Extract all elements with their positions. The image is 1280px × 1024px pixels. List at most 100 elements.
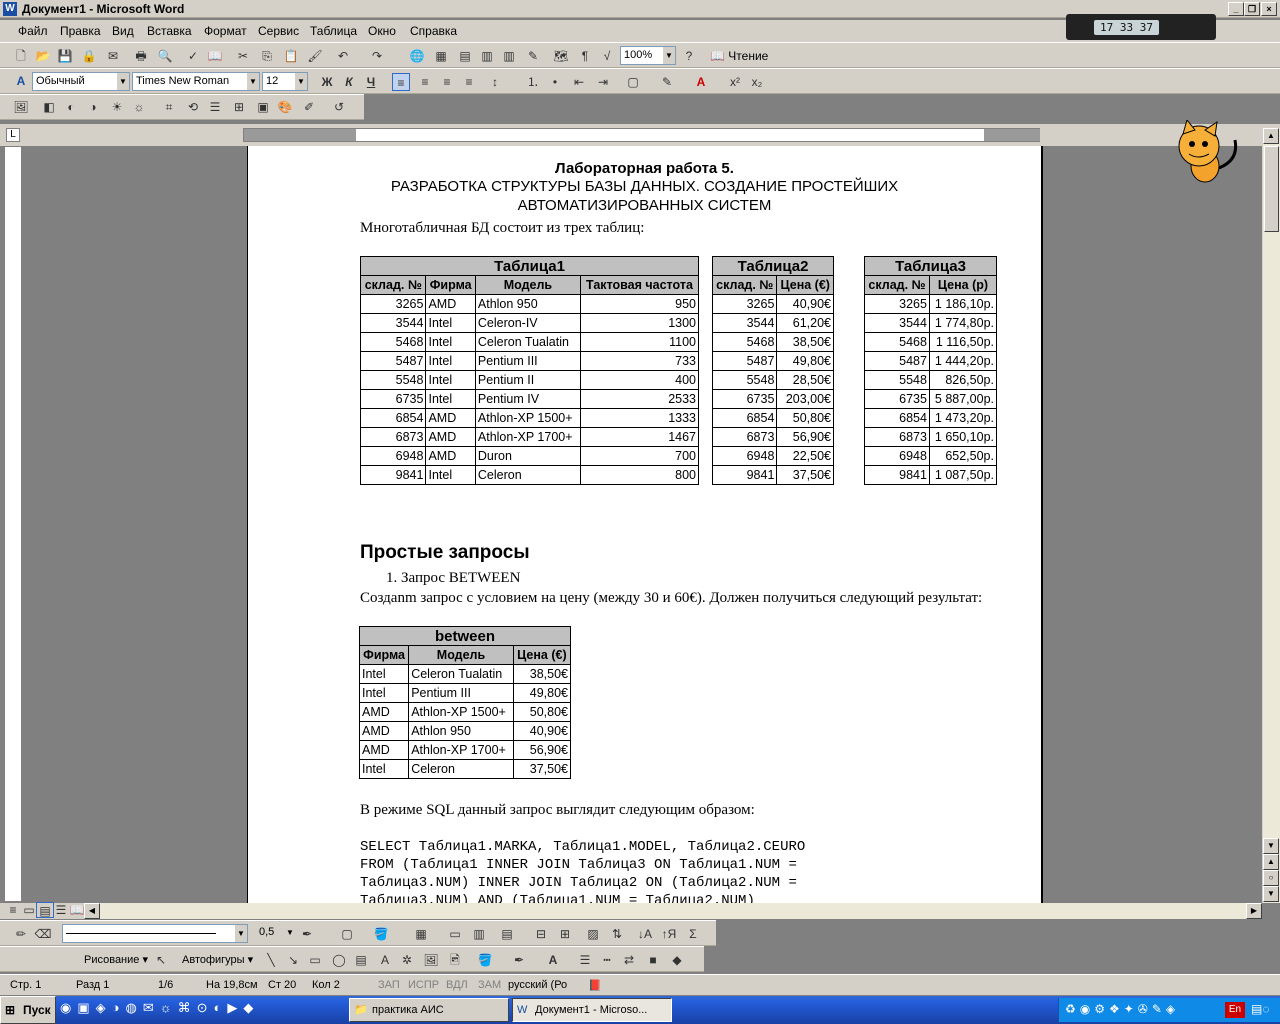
- close-button[interactable]: ×: [1261, 2, 1277, 16]
- print-preview-icon[interactable]: 🔍: [156, 47, 174, 65]
- line-weight-icon[interactable]: ☰: [576, 951, 594, 969]
- status-ovr[interactable]: ЗАМ: [478, 979, 501, 991]
- align-left-icon[interactable]: ≡: [392, 73, 410, 91]
- styles-pane-icon[interactable]: A: [12, 72, 30, 90]
- transparent-icon[interactable]: ✐: [300, 98, 318, 116]
- show-formatting-icon[interactable]: ¶: [576, 47, 594, 65]
- equation-icon[interactable]: √: [598, 47, 616, 65]
- compress-icon[interactable]: ⊞: [230, 98, 248, 116]
- rectangle-icon[interactable]: ▭: [306, 951, 324, 969]
- line-color-icon[interactable]: ✒: [510, 951, 528, 969]
- email-icon[interactable]: ✉: [104, 47, 122, 65]
- insert-picture-icon[interactable]: 🖼: [12, 98, 30, 116]
- undo-icon[interactable]: ↶: [334, 47, 352, 65]
- line-width-select[interactable]: 0,5 ▼: [256, 924, 296, 943]
- fill-color-icon[interactable]: 🪣: [476, 951, 494, 969]
- italic-icon[interactable]: К: [340, 73, 358, 91]
- vertical-scrollbar[interactable]: [1262, 128, 1280, 903]
- text-direction-icon[interactable]: ⇅: [608, 925, 626, 943]
- draw-table-icon[interactable]: ✏: [12, 925, 30, 943]
- menu-edit[interactable]: Правка: [60, 24, 101, 38]
- text-wrap-icon[interactable]: ▣: [254, 98, 272, 116]
- next-page-button[interactable]: ▼: [1263, 886, 1279, 902]
- menu-format[interactable]: Формат: [204, 24, 247, 38]
- document-map-icon[interactable]: 🗺: [552, 47, 570, 65]
- sort-asc-icon[interactable]: ↓A: [636, 925, 654, 943]
- document-page[interactable]: Лабораторная работа 5. РАЗРАБОТКА СТРУКТ…: [247, 146, 1043, 903]
- print-icon[interactable]: 🖶: [132, 47, 150, 65]
- crop-icon[interactable]: ⌗: [160, 98, 178, 116]
- menu-help[interactable]: Справка: [410, 24, 457, 38]
- distribute-cols-icon[interactable]: ⊞: [556, 925, 574, 943]
- text-color-icon[interactable]: A: [544, 951, 562, 969]
- menu-table[interactable]: Таблица: [310, 24, 357, 38]
- horizontal-ruler[interactable]: [243, 128, 1040, 142]
- permission-icon[interactable]: 🔒: [80, 47, 98, 65]
- more-brightness-icon[interactable]: ☀: [108, 98, 126, 116]
- hyperlink-icon[interactable]: 🌐: [408, 47, 426, 65]
- start-button[interactable]: ⊞ Пуск: [0, 996, 56, 1024]
- insert-excel-icon[interactable]: ▥: [478, 47, 496, 65]
- scroll-up-button[interactable]: ▲: [1263, 128, 1279, 144]
- picture-icon[interactable]: 🖻: [446, 951, 464, 969]
- line-style-icon[interactable]: ☰: [206, 98, 224, 116]
- wordart-icon[interactable]: A: [376, 951, 394, 969]
- quick-launch[interactable]: ◉▣◈◑◍✉☼⌘⊙◐▶◆: [60, 1000, 340, 1020]
- merge-cells-icon[interactable]: ▭: [446, 925, 464, 943]
- new-icon[interactable]: 🗋: [12, 47, 30, 65]
- line-style-select[interactable]: ▼: [62, 924, 248, 943]
- format-picture-icon[interactable]: 🎨: [276, 98, 294, 116]
- textbox-icon[interactable]: ▤: [352, 951, 370, 969]
- align-right-icon[interactable]: ≡: [438, 73, 456, 91]
- horizontal-scrollbar[interactable]: [84, 903, 1262, 919]
- sort-desc-icon[interactable]: ↑Я: [660, 925, 678, 943]
- format-painter-icon[interactable]: 🖌: [306, 47, 324, 65]
- research-icon[interactable]: 📖: [206, 47, 224, 65]
- border-color-icon[interactable]: ✒: [298, 925, 316, 943]
- align-center-icon[interactable]: ≡: [416, 73, 434, 91]
- scroll-right-button[interactable]: ▶: [1246, 903, 1262, 919]
- zoom-select[interactable]: 100% ▼: [620, 46, 676, 65]
- status-ext[interactable]: ВДЛ: [446, 979, 468, 991]
- 3d-icon[interactable]: ◆: [668, 951, 686, 969]
- font-select[interactable]: Times New Roman ▼: [132, 72, 260, 91]
- scroll-down-button[interactable]: ▼: [1263, 838, 1279, 854]
- spelling-status-icon[interactable]: 📕: [588, 979, 602, 992]
- select-objects-icon[interactable]: ↖: [152, 951, 170, 969]
- distribute-rows-icon[interactable]: ⊟: [532, 925, 550, 943]
- cut-icon[interactable]: ✂: [234, 47, 252, 65]
- taskbar-word[interactable]: W Документ1 - Microso...: [512, 998, 672, 1022]
- dash-style-icon[interactable]: ┅: [598, 951, 616, 969]
- decrease-indent-icon[interactable]: ⇤: [570, 73, 588, 91]
- office-assistant-cat[interactable]: [1165, 118, 1247, 186]
- less-contrast-icon[interactable]: ◑: [84, 98, 102, 116]
- prev-page-button[interactable]: ▲: [1263, 854, 1279, 870]
- drawing-icon[interactable]: ✎: [524, 47, 542, 65]
- drawing-menu[interactable]: Рисование ▾: [84, 953, 148, 966]
- arrow-style-icon[interactable]: ⇄: [620, 951, 638, 969]
- justify-icon[interactable]: ≡: [460, 73, 478, 91]
- split-cells-icon[interactable]: ▥: [470, 925, 488, 943]
- scroll-left-button[interactable]: ◀: [84, 903, 100, 919]
- arrow-icon[interactable]: ↘: [284, 951, 302, 969]
- increase-indent-icon[interactable]: ⇥: [594, 73, 612, 91]
- numbering-icon[interactable]: ⒈: [524, 73, 542, 91]
- autosum-icon[interactable]: Σ: [684, 925, 702, 943]
- language-indicator[interactable]: En: [1225, 1002, 1245, 1018]
- insert-table-icon[interactable]: ▤: [456, 47, 474, 65]
- shadow-icon[interactable]: ■: [644, 951, 662, 969]
- font-color-icon[interactable]: A: [692, 73, 710, 91]
- shading-icon[interactable]: 🪣: [372, 925, 390, 943]
- taskbar-folder[interactable]: 📁 практика АИС: [349, 998, 509, 1022]
- menu-tools[interactable]: Сервис: [258, 24, 299, 38]
- more-contrast-icon[interactable]: ◐: [62, 98, 80, 116]
- line-icon[interactable]: ╲: [262, 951, 280, 969]
- status-rec[interactable]: ЗАП: [378, 979, 400, 991]
- align-cell-icon[interactable]: ▤: [498, 925, 516, 943]
- vertical-ruler[interactable]: [4, 146, 22, 902]
- open-icon[interactable]: 📂: [34, 47, 52, 65]
- border-icon[interactable]: ▢: [624, 73, 642, 91]
- bullets-icon[interactable]: •: [546, 73, 564, 91]
- copy-icon[interactable]: ⎘: [258, 47, 276, 65]
- redo-icon[interactable]: ↷: [368, 47, 386, 65]
